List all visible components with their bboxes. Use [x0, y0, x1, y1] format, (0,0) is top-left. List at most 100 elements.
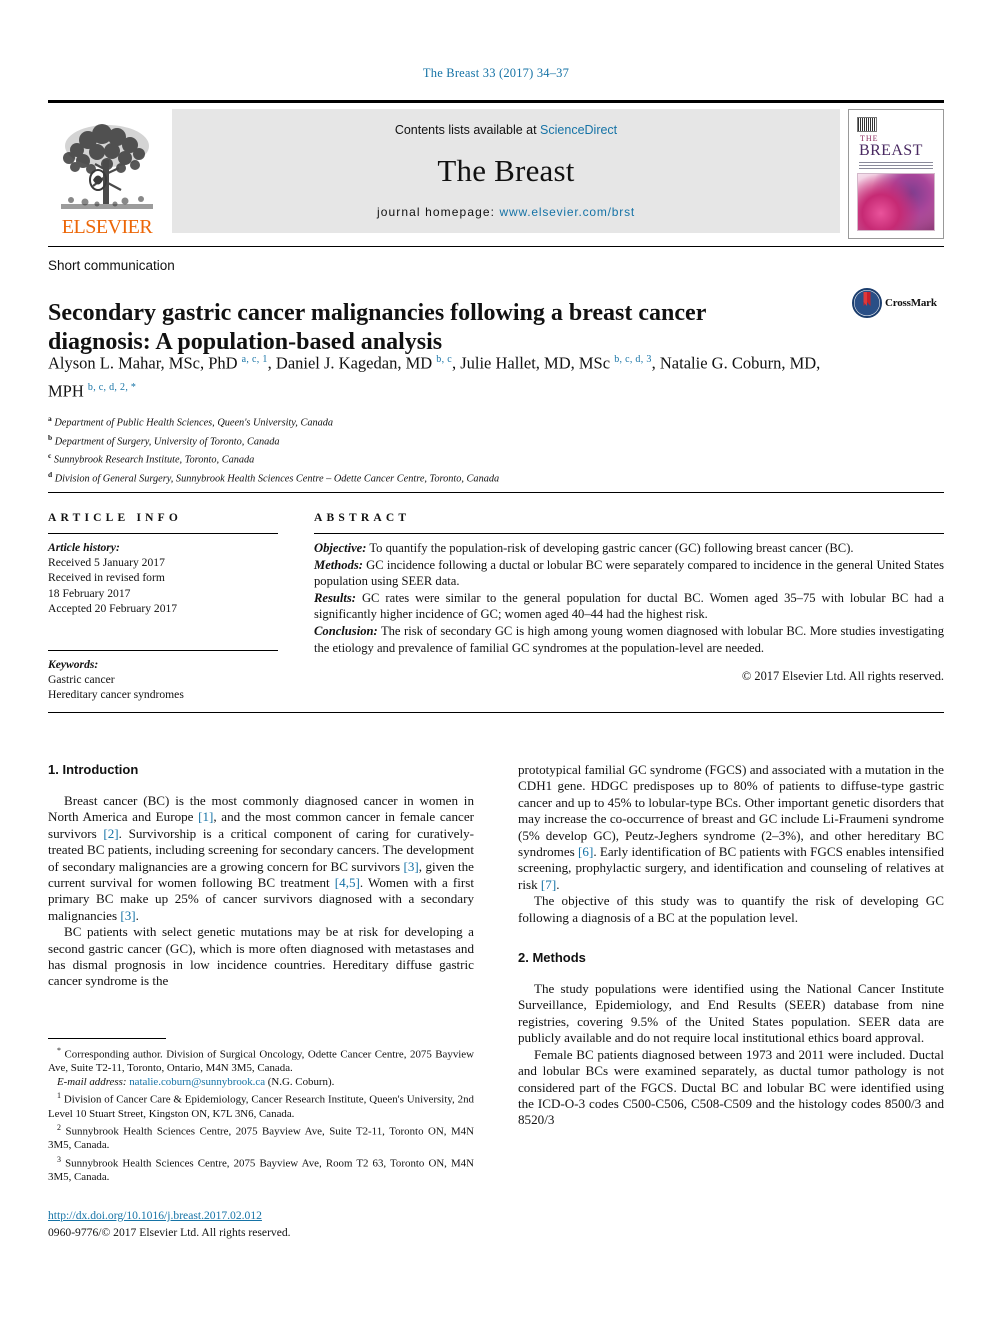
article-info-column: ARTICLE INFO Article history: Received 5… — [48, 500, 298, 703]
abstract-rule — [314, 533, 944, 534]
footnote-item: 1 Division of Cancer Care & Epidemiology… — [48, 1089, 474, 1121]
footnote-text: Division of Cancer Care & Epidemiology, … — [48, 1094, 474, 1120]
cover-breast-label: BREAST — [859, 142, 923, 159]
section-heading-introduction: 1. Introduction — [48, 762, 139, 777]
journal-title: The Breast — [437, 153, 575, 188]
footnote-item: 3 Sunnybrook Health Sciences Centre, 207… — [48, 1153, 474, 1185]
footnote-rule — [48, 1038, 166, 1039]
abstract-section-text: GC incidence following a ductal or lobul… — [314, 557, 944, 589]
affiliation-text: Department of Public Health Sciences, Qu… — [54, 417, 334, 429]
section-heading-methods: 2. Methods — [518, 950, 586, 966]
contents-available-line: Contents lists available at ScienceDirec… — [395, 123, 617, 137]
keyword-item: Gastric cancer — [48, 673, 115, 687]
email-address-link[interactable]: natalie.coburn@sunnybrook.ca — [129, 1076, 265, 1088]
keywords-block: Keywords: Gastric cancer Hereditary canc… — [48, 657, 278, 703]
affiliation-text: Department of Surgery, University of Tor… — [54, 436, 280, 448]
abstract-section: Results: GC rates were similar to the ge… — [314, 590, 944, 623]
body-column-right: prototypical familial GC syndrome (FGCS)… — [518, 762, 944, 1242]
affiliation-mark: a — [48, 414, 52, 423]
article-history-line: Received 5 January 2017 — [48, 556, 165, 570]
paragraph: prototypical familial GC syndrome (FGCS)… — [518, 762, 944, 892]
author-list: Alyson L. Mahar, MSc, PhD a, c, 1, Danie… — [48, 353, 821, 401]
cover-artwork — [857, 173, 935, 231]
article-history-line: Accepted 20 February 2017 — [48, 601, 178, 615]
cover-text-lines — [859, 162, 933, 170]
abstract-bottom-rule — [48, 712, 944, 713]
email-owner: (N.G. Coburn). — [265, 1075, 335, 1088]
homepage-prefix: journal homepage: — [376, 205, 500, 219]
title-top-rule — [48, 246, 944, 247]
abstract-section-label: Conclusion: — [314, 623, 378, 638]
abstract-column: ABSTRACT Objective: To quantify the popu… — [298, 500, 944, 703]
abstract-top-rule — [48, 492, 944, 493]
crossmark-badge[interactable]: CrossMark — [852, 288, 944, 318]
footnote-mark: 2 — [57, 1123, 61, 1133]
affiliation-mark: c — [48, 451, 52, 461]
abstract-body: Objective: To quantify the population-ri… — [314, 540, 944, 656]
keywords-rule — [48, 650, 278, 652]
footer-doi-block: http://dx.doi.org/10.1016/j.breast.2017.… — [48, 1209, 478, 1241]
abstract-section: Conclusion: The risk of secondary GC is … — [314, 623, 944, 656]
footnote-block: * Corresponding author. Division of Surg… — [48, 1038, 474, 1185]
article-history-line: Received in revised form — [48, 571, 165, 585]
crossmark-icon — [852, 288, 882, 318]
sciencedirect-link[interactable]: ScienceDirect — [540, 123, 617, 137]
keyword-item: Hereditary cancer syndromes — [48, 688, 184, 702]
affiliation-item: b Department of Surgery, University of T… — [48, 431, 748, 450]
abstract-section-text: To quantify the population-risk of devel… — [366, 541, 854, 555]
article-history-line: 18 February 2017 — [48, 586, 131, 600]
abstract-section: Objective: To quantify the population-ri… — [314, 540, 944, 557]
abstract-section-label: Methods: — [314, 557, 363, 572]
footnote-mark: 3 — [57, 1155, 61, 1165]
article-history-label: Article history: — [48, 541, 120, 554]
affiliation-list: a Department of Public Health Sciences, … — [48, 412, 748, 487]
paragraph: The study populations were identified us… — [518, 981, 944, 1046]
elsevier-logo: ELSEVIER — [48, 109, 166, 239]
journal-cover-thumbnail: THE BREAST — [848, 109, 944, 239]
running-head: The Breast 33 (2017) 34–37 — [422, 66, 570, 80]
affiliation-mark: b — [48, 432, 53, 442]
contents-prefix: Contents lists available at — [394, 123, 541, 137]
elsevier-tree-icon — [61, 124, 153, 209]
affiliation-item: a Department of Public Health Sciences, … — [48, 412, 748, 431]
article-history-block: Article history: Received 5 January 2017… — [48, 540, 278, 616]
journal-band: Contents lists available at ScienceDirec… — [172, 109, 840, 233]
article-info-rule — [48, 533, 278, 534]
crossmark-label: CrossMark — [885, 297, 937, 309]
article-type-label: Short communication — [48, 258, 175, 273]
article-info-heading: ARTICLE INFO — [48, 512, 183, 524]
journal-article-page: The Breast 33 (2017) 34–37 ELSEVIER Cont… — [0, 0, 992, 1323]
paragraph: BC patients with select genetic mutation… — [48, 924, 474, 989]
footnote-email: E-mail address: natalie.coburn@sunnybroo… — [48, 1076, 474, 1090]
footnote-mark: 1 — [57, 1091, 61, 1101]
footnote-text: Sunnybrook Health Sciences Centre, 2075 … — [48, 1157, 474, 1184]
journal-masthead: ELSEVIER Contents lists available at Sci… — [48, 100, 944, 239]
affiliation-text: Sunnybrook Research Institute, Toronto, … — [53, 454, 255, 466]
affiliation-mark: d — [48, 469, 53, 479]
abstract-section-label: Results: — [314, 590, 356, 605]
footnote-item: 2 Sunnybrook Health Sciences Centre, 207… — [48, 1121, 474, 1153]
doi-link[interactable]: http://dx.doi.org/10.1016/j.breast.2017.… — [48, 1209, 478, 1223]
affiliation-text: Division of General Surgery, Sunnybrook … — [54, 473, 500, 485]
info-abstract-region: ARTICLE INFO Article history: Received 5… — [48, 500, 944, 703]
abstract-section-label: Objective: — [314, 541, 367, 555]
abstract-section-text: GC rates were similar to the general pop… — [314, 590, 944, 622]
issn-copyright-line: 0960-9776/© 2017 Elsevier Ltd. All right… — [48, 1226, 291, 1239]
elsevier-wordmark: ELSEVIER — [61, 216, 153, 238]
paragraph: The objective of this study was to quant… — [518, 893, 944, 925]
affiliation-item: d Division of General Surgery, Sunnybroo… — [48, 468, 748, 487]
abstract-section-text: The risk of secondary GC is high among y… — [314, 623, 944, 655]
paragraph: Female BC patients diagnosed between 197… — [518, 1046, 944, 1128]
affiliation-item: c Sunnybrook Research Institute, Toronto… — [48, 449, 748, 468]
abstract-heading: ABSTRACT — [314, 512, 411, 524]
footnote-text: Sunnybrook Health Sciences Centre, 2075 … — [48, 1125, 474, 1152]
keywords-label: Keywords: — [48, 658, 99, 672]
journal-homepage-link[interactable]: www.elsevier.com/brst — [500, 205, 636, 219]
footnote-corresponding-author: * Corresponding author. Division of Surg… — [48, 1046, 474, 1075]
cover-barcode-icon — [857, 117, 877, 132]
abstract-copyright: © 2017 Elsevier Ltd. All rights reserved… — [741, 669, 944, 684]
journal-homepage-line: journal homepage: www.elsevier.com/brst — [377, 205, 635, 219]
abstract-section: Methods: GC incidence following a ductal… — [314, 557, 944, 590]
email-address-label: E-mail address: — [57, 1075, 127, 1088]
